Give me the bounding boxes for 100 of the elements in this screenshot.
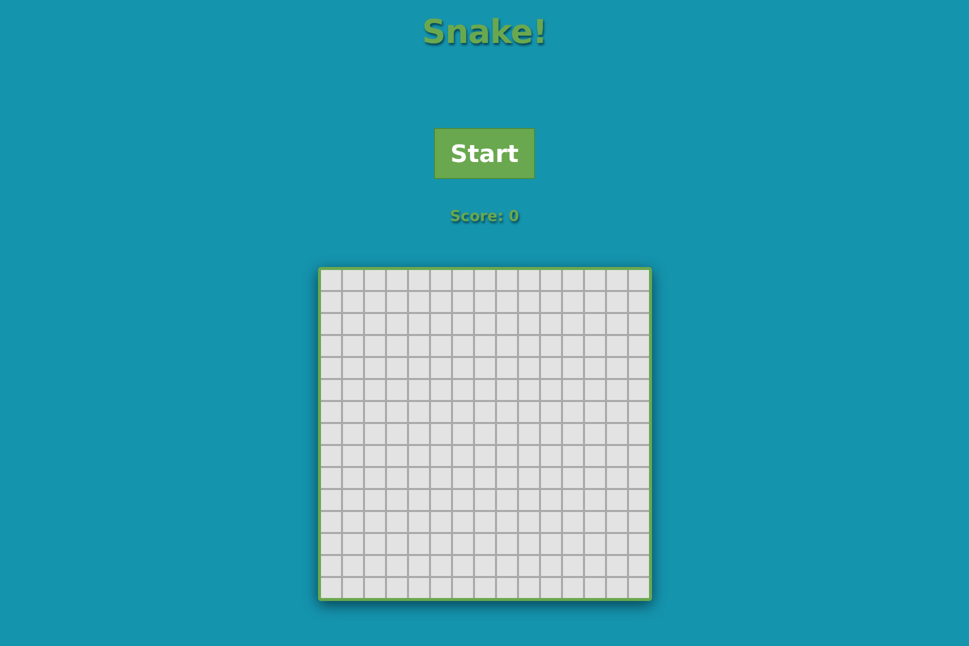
score-label: Score: 0 (450, 207, 520, 225)
board-cell (452, 446, 472, 466)
board-cell (628, 490, 648, 510)
board-cell (430, 424, 450, 444)
board-cell (364, 446, 384, 466)
board-cell (430, 402, 450, 422)
board-cell (628, 292, 648, 312)
board-cell (342, 512, 362, 532)
board-cell (540, 270, 560, 290)
board-cell (496, 490, 516, 510)
board-cell (562, 446, 582, 466)
board-cell (474, 534, 494, 554)
board-cell (628, 578, 648, 598)
board-cell (342, 380, 362, 400)
board-cell (628, 534, 648, 554)
board-cell (584, 534, 604, 554)
board-cell (364, 336, 384, 356)
board-cell (540, 380, 560, 400)
board-cell (364, 468, 384, 488)
board-cell (452, 314, 472, 334)
board-cell (386, 336, 406, 356)
board-cell (606, 336, 626, 356)
board-cell (540, 336, 560, 356)
board-cell (518, 314, 538, 334)
board-cell (584, 578, 604, 598)
board-cell (342, 314, 362, 334)
board-cell (386, 556, 406, 576)
board-cell (452, 556, 472, 576)
board-cell (584, 490, 604, 510)
board-cell (496, 512, 516, 532)
start-button[interactable]: Start (434, 128, 535, 179)
board-cell (364, 424, 384, 444)
board-cell (584, 468, 604, 488)
board-cell (342, 336, 362, 356)
board-cell (606, 424, 626, 444)
board-cell (474, 578, 494, 598)
board-cell (408, 402, 428, 422)
board-cell (430, 336, 450, 356)
board-cell (540, 292, 560, 312)
board-cell (364, 358, 384, 378)
board-cell (496, 446, 516, 466)
board-cell (320, 380, 340, 400)
board-cell (628, 314, 648, 334)
board-cell (320, 446, 340, 466)
board-cell (408, 490, 428, 510)
board-cell (430, 468, 450, 488)
board-cell (518, 402, 538, 422)
board-cell (342, 446, 362, 466)
board-cell (562, 490, 582, 510)
board-cell (540, 512, 560, 532)
board-cell (606, 314, 626, 334)
board-cell (562, 424, 582, 444)
board-cell (584, 358, 604, 378)
board-cell (452, 468, 472, 488)
board-cell (628, 336, 648, 356)
board-cell (540, 468, 560, 488)
board-cell (386, 534, 406, 554)
board-cell (628, 512, 648, 532)
board-cell (584, 424, 604, 444)
board-cell (408, 578, 428, 598)
board-cell (364, 578, 384, 598)
board-cell (408, 534, 428, 554)
board-cell (474, 556, 494, 576)
board-cell (386, 358, 406, 378)
board-cell (518, 424, 538, 444)
board-cell (386, 578, 406, 598)
board-cell (496, 292, 516, 312)
board-cell (342, 402, 362, 422)
board-cell (496, 358, 516, 378)
board-cell (342, 556, 362, 576)
board-cell (320, 292, 340, 312)
board-cell (628, 358, 648, 378)
board-cell (584, 380, 604, 400)
board-cell (320, 490, 340, 510)
board-cell (496, 578, 516, 598)
board-cell (606, 380, 626, 400)
board-cell (320, 270, 340, 290)
board-cell (474, 512, 494, 532)
board-cell (496, 314, 516, 334)
board-cell (430, 314, 450, 334)
board-cell (364, 512, 384, 532)
board-cell (452, 402, 472, 422)
board-cell (342, 358, 362, 378)
board-cell (518, 556, 538, 576)
board-cell (320, 336, 340, 356)
board-cell (430, 358, 450, 378)
board-cell (628, 446, 648, 466)
board-cell (408, 270, 428, 290)
board-cell (430, 512, 450, 532)
board-cell (430, 556, 450, 576)
board-cell (430, 446, 450, 466)
board-cell (364, 534, 384, 554)
board-cell (496, 336, 516, 356)
board-cell (496, 380, 516, 400)
board-cell (584, 336, 604, 356)
board-cell (364, 490, 384, 510)
board-cell (386, 512, 406, 532)
board-cell (562, 336, 582, 356)
board-cell (496, 468, 516, 488)
board-cell (364, 314, 384, 334)
